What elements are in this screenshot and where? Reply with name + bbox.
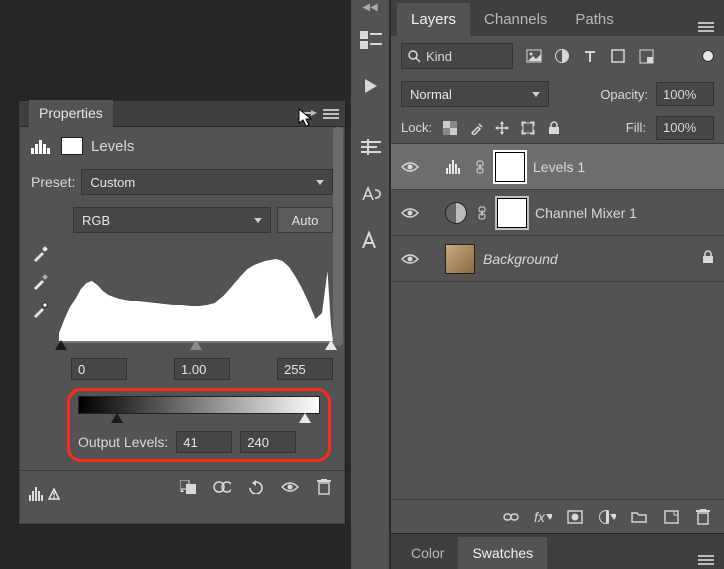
clip-to-layer-icon[interactable]	[179, 478, 197, 496]
reset-icon[interactable]	[247, 478, 265, 496]
paragraph-styles-icon[interactable]	[351, 128, 391, 168]
glyphs-icon[interactable]	[351, 174, 391, 214]
layers-list: Levels 1 Channel Mixer 1 Background	[391, 144, 724, 499]
panel-menu-icon[interactable]	[323, 108, 339, 120]
layers-tab[interactable]: Layers	[397, 3, 470, 36]
preset-dropdown[interactable]: Custom	[81, 169, 333, 195]
layer-style-icon[interactable]: fx	[534, 508, 552, 526]
new-layer-icon[interactable]	[662, 508, 680, 526]
input-slider[interactable]	[59, 340, 333, 354]
preset-label: Preset:	[31, 174, 75, 190]
levels-thumbnail-icon	[445, 157, 465, 177]
channel-dropdown[interactable]: RGB	[73, 207, 271, 233]
color-tab[interactable]: Color	[397, 537, 458, 569]
output-slider[interactable]	[78, 413, 320, 427]
input-highlight-value[interactable]: 255	[277, 358, 333, 380]
histogram	[59, 241, 333, 343]
properties-tab[interactable]: Properties	[29, 100, 113, 127]
swatches-tab[interactable]: Swatches	[458, 537, 547, 569]
layer-mask-icon[interactable]	[61, 137, 83, 155]
blend-mode-dropdown[interactable]: Normal	[401, 81, 549, 107]
black-point-eyedropper-icon[interactable]	[31, 245, 49, 263]
locked-icon	[702, 250, 714, 267]
filter-smartobject-icon[interactable]	[637, 47, 655, 65]
layer-mask-thumbnail[interactable]	[497, 198, 527, 228]
layer-name[interactable]: Levels 1	[533, 159, 585, 175]
actions-icon[interactable]	[351, 66, 391, 106]
filter-shape-icon[interactable]	[609, 47, 627, 65]
layer-name[interactable]: Background	[483, 251, 558, 267]
link-mask-icon[interactable]	[475, 206, 489, 220]
lock-pixels-icon[interactable]	[468, 120, 484, 136]
input-shadow-value[interactable]: 0	[71, 358, 127, 380]
group-icon[interactable]	[630, 508, 648, 526]
filter-kind-dropdown[interactable]: Kind	[401, 43, 513, 69]
filter-type-icon[interactable]	[581, 47, 599, 65]
history-icon[interactable]	[351, 20, 391, 60]
input-midtone-value[interactable]: 1.00	[174, 358, 230, 380]
adjustment-title: Levels	[91, 138, 134, 155]
fill-input[interactable]: 100%	[656, 116, 714, 140]
opacity-input[interactable]: 100%	[656, 82, 714, 106]
levels-icon	[31, 137, 53, 155]
output-levels-section: Output Levels: 41 240	[67, 388, 331, 462]
link-layers-icon[interactable]	[502, 508, 520, 526]
swatches-menu-icon[interactable]	[688, 554, 724, 569]
visibility-toggle-icon[interactable]	[401, 204, 419, 222]
histogram-warning-icon[interactable]	[29, 487, 60, 501]
link-mask-icon[interactable]	[473, 160, 487, 174]
collapsed-panel-strip: ◀◀	[350, 0, 390, 569]
channels-tab[interactable]: Channels	[470, 3, 561, 36]
character-icon[interactable]	[351, 220, 391, 260]
layers-menu-icon[interactable]	[688, 21, 724, 36]
output-highlight-value[interactable]: 240	[240, 431, 296, 453]
collapse-arrows-icon[interactable]: ◀◀	[351, 0, 389, 14]
filter-toggle[interactable]	[702, 50, 714, 62]
layer-row[interactable]: Background	[391, 236, 724, 282]
visibility-toggle-icon[interactable]	[401, 250, 419, 268]
filter-adjustment-icon[interactable]	[553, 47, 571, 65]
opacity-label: Opacity:	[600, 87, 648, 102]
auto-button[interactable]: Auto	[277, 207, 333, 233]
output-levels-label: Output Levels:	[78, 434, 168, 450]
layer-row[interactable]: Levels 1	[391, 144, 724, 190]
search-icon	[408, 50, 421, 63]
output-shadow-value[interactable]: 41	[176, 431, 232, 453]
adjustment-layer-icon[interactable]	[598, 508, 616, 526]
fill-label: Fill:	[626, 120, 646, 135]
delete-layer-icon[interactable]	[694, 508, 712, 526]
lock-all-icon[interactable]	[546, 120, 562, 136]
add-mask-icon[interactable]	[566, 508, 584, 526]
layer-row[interactable]: Channel Mixer 1	[391, 190, 724, 236]
visibility-toggle-icon[interactable]	[401, 158, 419, 176]
paths-tab[interactable]: Paths	[561, 3, 627, 36]
layer-mask-thumbnail[interactable]	[495, 152, 525, 182]
lock-position-icon[interactable]	[494, 120, 510, 136]
image-thumbnail[interactable]	[445, 244, 475, 274]
lock-label: Lock:	[401, 120, 432, 135]
output-gradient	[78, 396, 320, 414]
white-point-eyedropper-icon[interactable]	[31, 301, 49, 319]
lock-artboard-icon[interactable]	[520, 120, 536, 136]
view-previous-state-icon[interactable]	[213, 478, 231, 496]
visibility-icon[interactable]	[281, 478, 299, 496]
filter-pixel-icon[interactable]	[525, 47, 543, 65]
lock-transparency-icon[interactable]	[442, 120, 458, 136]
channel-mixer-thumbnail-icon	[445, 202, 467, 224]
panel-collapse-icon[interactable]	[301, 108, 317, 120]
properties-scrollbar[interactable]	[331, 127, 345, 492]
gray-point-eyedropper-icon[interactable]	[31, 273, 49, 291]
layer-name[interactable]: Channel Mixer 1	[535, 205, 637, 221]
properties-panel: Properties Levels Preset: Custom RGB Aut…	[18, 100, 346, 525]
